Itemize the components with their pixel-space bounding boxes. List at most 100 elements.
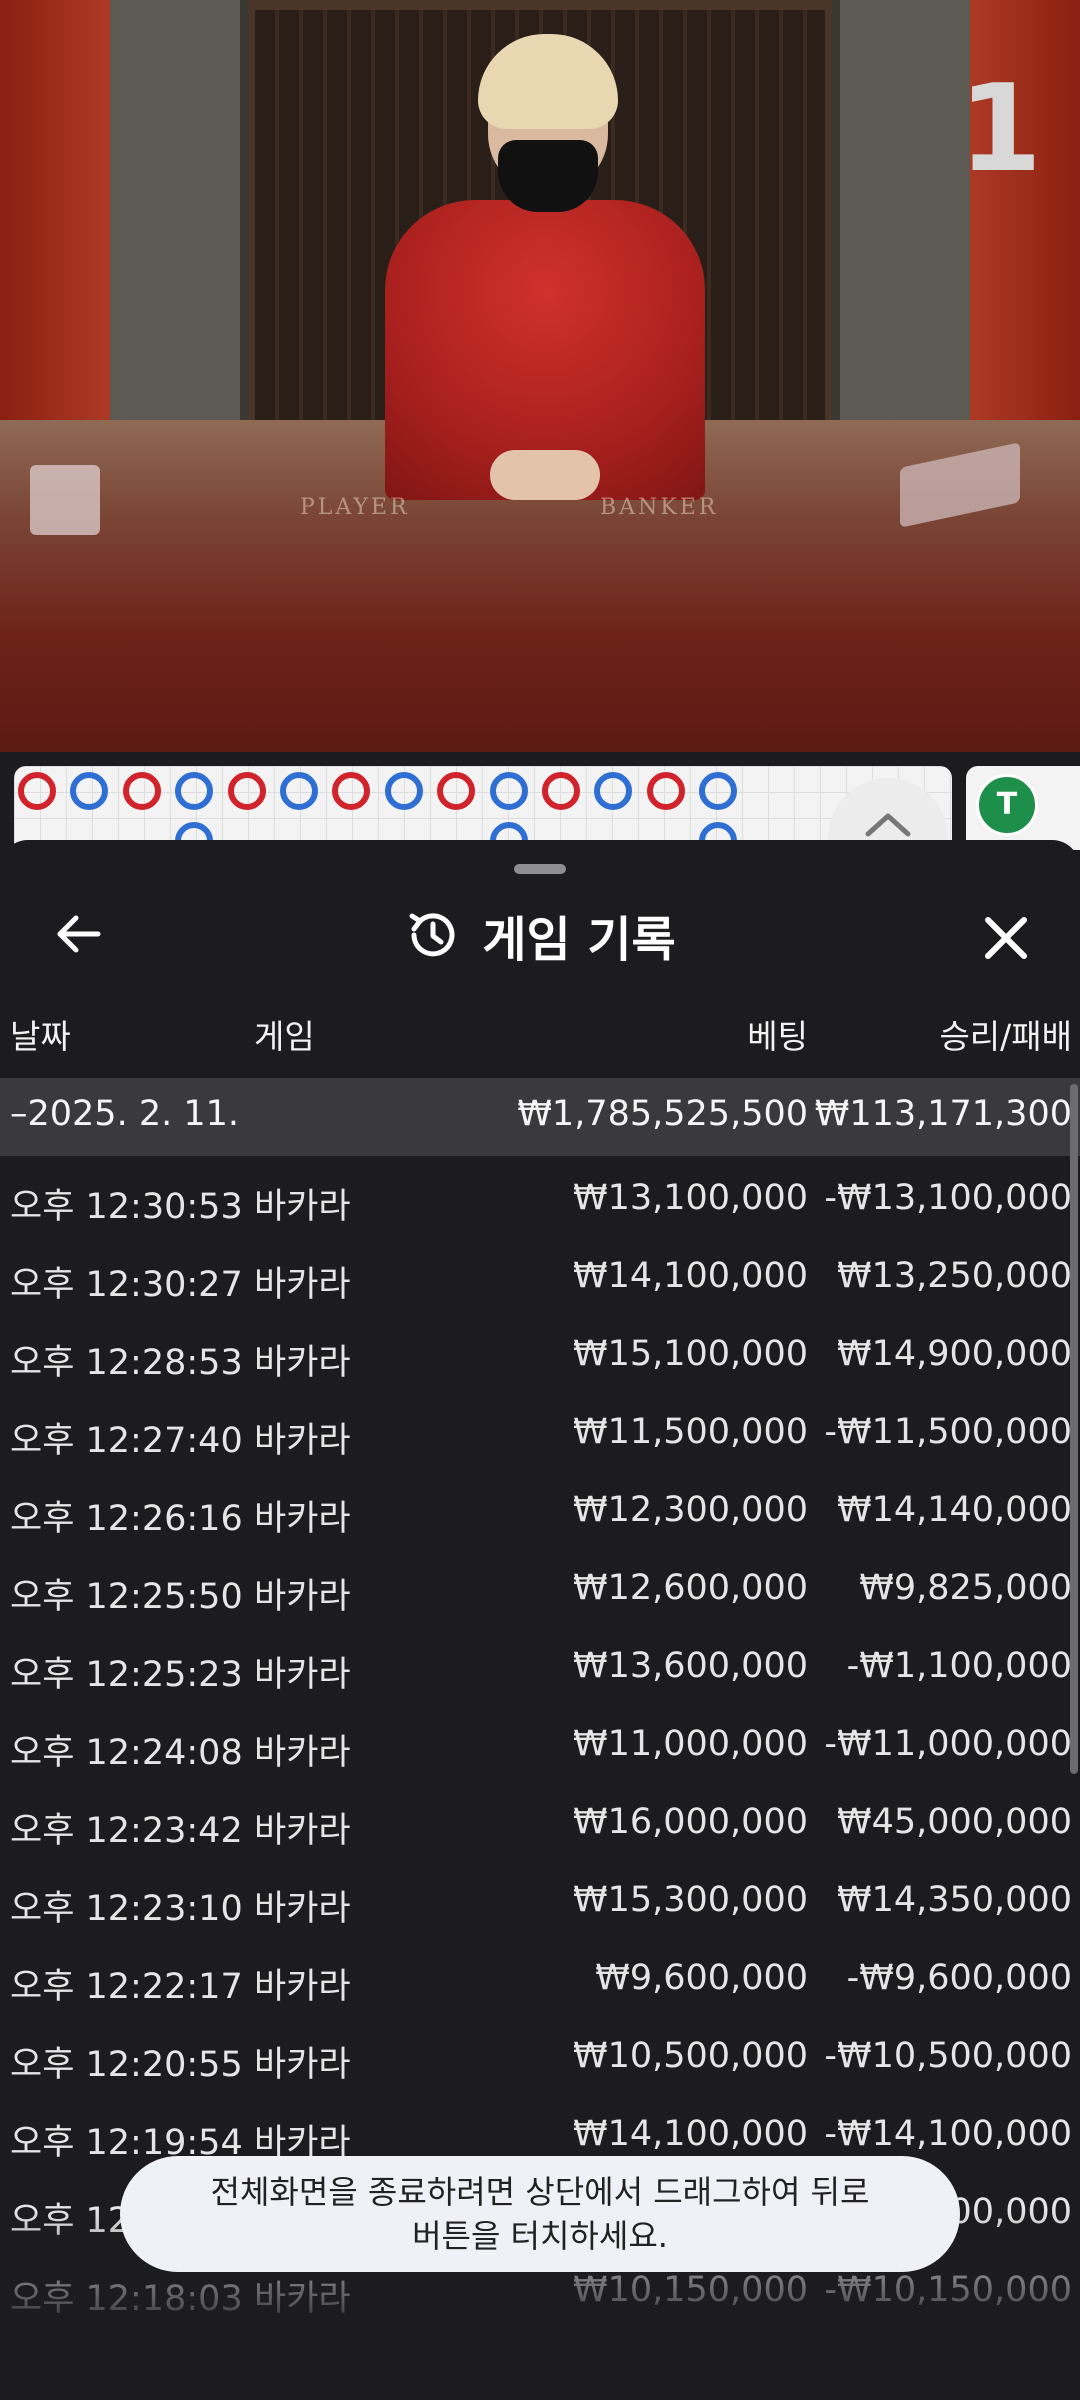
row-win-loss: ₩13,250,000 [836, 1256, 1072, 1296]
date-summary-row[interactable]: –2025. 2. 11. ₩1,785,525,500 ₩113,171,30… [0, 1078, 1080, 1156]
row-time: 오후 12:24:08 [10, 1733, 243, 1773]
row-game: 바카라 [254, 1421, 351, 1461]
row-game: 바카라 [254, 1499, 351, 1539]
banker-bead [18, 772, 56, 810]
decor-pillar-left [110, 0, 248, 440]
panel-title: 게임 기록 [482, 912, 676, 968]
row-game: 바카라 [254, 1187, 351, 1227]
row-game: 바카라 [254, 2279, 351, 2319]
row-win-loss: -₩10,150,000 [824, 2270, 1072, 2310]
row-time: 오후 12:22:17 [10, 1967, 243, 2007]
history-row[interactable]: 오후 12:24:08 바카라 ₩11,000,000 -₩11,000,000 [0, 1708, 1080, 1786]
row-bet: ₩11,000,000 [572, 1724, 808, 1764]
close-button[interactable] [972, 904, 1040, 972]
row-time: 오후 12:28:53 [10, 1343, 243, 1383]
player-bead [70, 772, 109, 810]
drag-handle[interactable] [514, 864, 566, 874]
banker-bead [122, 772, 161, 810]
row-game: 바카라 [254, 1733, 351, 1773]
history-row[interactable]: 오후 12:23:42 바카라 ₩16,000,000 ₩45,000,000 [0, 1786, 1080, 1864]
row-bet: ₩14,100,000 [572, 1256, 808, 1296]
fullscreen-toast: 전체화면을 종료하려면 상단에서 드래그하여 뒤로 버튼을 터치하세요. [120, 2156, 960, 2272]
player-bead [489, 772, 528, 810]
row-time: 오후 12:18:03 [10, 2279, 243, 2319]
history-row[interactable]: 오후 12:28:53 바카라 ₩15,100,000 ₩14,900,000 [0, 1318, 1080, 1396]
side-road[interactable]: T [966, 766, 1080, 850]
history-table: –2025. 2. 11. ₩1,785,525,500 ₩113,171,30… [0, 1078, 1080, 2332]
row-win-loss: ₩14,350,000 [836, 1880, 1072, 1920]
banker-table-label: BANKER [600, 495, 719, 520]
row-bet: ₩9,600,000 [595, 1958, 808, 1998]
row-game: 바카라 [254, 1343, 351, 1383]
row-time: 오후 12:26:16 [10, 1499, 243, 1539]
column-date[interactable]: 날짜 [10, 1010, 71, 1058]
history-row[interactable]: 오후 12:23:10 바카라 ₩15,300,000 ₩14,350,000 [0, 1864, 1080, 1942]
summary-bet: ₩1,785,525,500 [517, 1094, 808, 1134]
row-time: 오후 12:30:27 [10, 1265, 243, 1305]
row-win-loss: ₩45,000,000 [836, 1802, 1072, 1842]
row-bet: ₩15,300,000 [572, 1880, 808, 1920]
player-bead [175, 772, 214, 810]
player-bead [384, 772, 423, 810]
row-win-loss: -₩11,000,000 [824, 1724, 1072, 1764]
banker-bead [332, 772, 371, 810]
live-video: PLAYER BANKER 1 [0, 0, 1080, 752]
player-bead [594, 772, 633, 810]
tie-badge: T [976, 774, 1038, 836]
toast-line-1: 전체화면을 종료하려면 상단에서 드래그하여 뒤로 [210, 2173, 870, 2211]
row-win-loss: 00,000 [949, 2192, 1072, 2232]
dealer-mask [498, 140, 598, 212]
column-win-loss[interactable]: 승리/패배 [939, 1010, 1072, 1058]
row-game: 바카라 [254, 1577, 351, 1617]
row-win-loss: -₩14,100,000 [824, 2114, 1072, 2154]
table-number: 1 [958, 60, 1043, 199]
player-table-label: PLAYER [300, 495, 410, 520]
row-time: 오후 12:23:42 [10, 1811, 243, 1851]
decor-pillar-right [832, 0, 970, 440]
history-row[interactable]: 오후 12:25:50 바카라 ₩12,600,000 ₩9,825,000 [0, 1552, 1080, 1630]
row-time: 오후 12 [10, 2201, 131, 2241]
toast-line-2: 버튼을 터치하세요. [412, 2217, 668, 2255]
row-game: 바카라 [254, 1265, 351, 1305]
dealer-hands [490, 450, 600, 500]
column-headers: 날짜 게임 베팅 승리/패배 [0, 1010, 1080, 1062]
row-bet: ₩12,300,000 [572, 1490, 808, 1530]
row-game: 바카라 [254, 2045, 351, 2085]
row-game: 바카라 [254, 1655, 351, 1695]
row-time: 오후 12:30:53 [10, 1187, 243, 1227]
row-time: 오후 12:23:10 [10, 1889, 243, 1929]
history-row[interactable]: 오후 12:27:40 바카라 ₩11,500,000 -₩11,500,000 [0, 1396, 1080, 1474]
row-win-loss: ₩14,900,000 [836, 1334, 1072, 1374]
history-row[interactable]: 오후 12:25:23 바카라 ₩13,600,000 -₩1,100,000 [0, 1630, 1080, 1708]
history-row[interactable]: 오후 12:22:17 바카라 ₩9,600,000 -₩9,600,000 [0, 1942, 1080, 2020]
banker-bead [227, 772, 266, 810]
row-bet: ₩12,600,000 [572, 1568, 808, 1608]
row-bet: ₩13,100,000 [572, 1178, 808, 1218]
row-bet: ₩14,100,000 [572, 2114, 808, 2154]
summary-date: –2025. 2. 11. [10, 1094, 240, 1134]
row-time: 오후 12:25:23 [10, 1655, 243, 1695]
card-tray [30, 465, 100, 535]
row-time: 오후 12:20:55 [10, 2045, 243, 2085]
column-bet[interactable]: 베팅 [747, 1010, 808, 1058]
row-game: 바카라 [254, 1967, 351, 2007]
close-icon [985, 917, 1027, 959]
row-game: 바카라 [254, 1889, 351, 1929]
chevron-up-icon [865, 813, 911, 837]
row-game: 바카라 [254, 1811, 351, 1851]
row-win-loss: -₩1,100,000 [846, 1646, 1072, 1686]
row-bet: ₩11,500,000 [572, 1412, 808, 1452]
column-game[interactable]: 게임 [254, 1010, 315, 1058]
row-bet: ₩10,150,000 [572, 2270, 808, 2310]
row-bet: ₩10,500,000 [572, 2036, 808, 2076]
history-row[interactable]: 오후 12:26:16 바카라 ₩12,300,000 ₩14,140,000 [0, 1474, 1080, 1552]
history-row[interactable]: 오후 12:30:53 바카라 ₩13,100,000 -₩13,100,000 [0, 1162, 1080, 1240]
player-bead [280, 772, 318, 810]
scrollbar[interactable] [1070, 1084, 1078, 1774]
row-win-loss: -₩10,500,000 [824, 2036, 1072, 2076]
history-row[interactable]: 오후 12:20:55 바카라 ₩10,500,000 -₩10,500,000 [0, 2020, 1080, 2098]
history-row[interactable]: 오후 12:30:27 바카라 ₩14,100,000 ₩13,250,000 [0, 1240, 1080, 1318]
row-win-loss: -₩13,100,000 [824, 1178, 1072, 1218]
row-win-loss: ₩9,825,000 [859, 1568, 1072, 1608]
bead-road[interactable] [14, 766, 952, 850]
